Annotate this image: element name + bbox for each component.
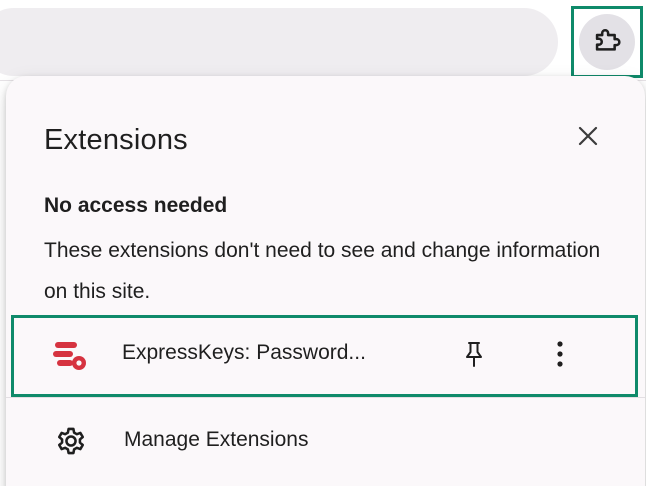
extensions-button[interactable]	[579, 14, 635, 70]
pin-button[interactable]	[452, 334, 496, 378]
gear-icon	[54, 424, 88, 458]
section-description: These extensions don't need to see and c…	[44, 239, 601, 303]
manage-extensions-item[interactable]: Manage Extensions	[6, 402, 645, 480]
more-options-button[interactable]	[538, 334, 582, 378]
more-vertical-icon	[555, 340, 565, 373]
expresskeys-logo-icon	[52, 338, 92, 374]
manage-extensions-label: Manage Extensions	[124, 428, 309, 451]
popup-title: Extensions	[44, 124, 188, 156]
close-button[interactable]	[570, 120, 606, 156]
extension-name: ExpressKeys: Password...	[122, 341, 366, 364]
browser-window: Extensions No access needed These extens…	[0, 0, 646, 486]
section-heading: No access needed	[44, 194, 228, 217]
address-bar[interactable]	[0, 8, 558, 76]
puzzle-piece-icon	[590, 23, 624, 62]
extensions-button-highlight	[571, 6, 643, 78]
extension-row-expresskeys[interactable]: ExpressKeys: Password...	[11, 315, 638, 397]
extensions-popup: Extensions No access needed These extens…	[6, 76, 645, 486]
close-icon	[576, 124, 600, 153]
pin-icon	[461, 340, 487, 373]
menu-divider	[6, 397, 645, 398]
